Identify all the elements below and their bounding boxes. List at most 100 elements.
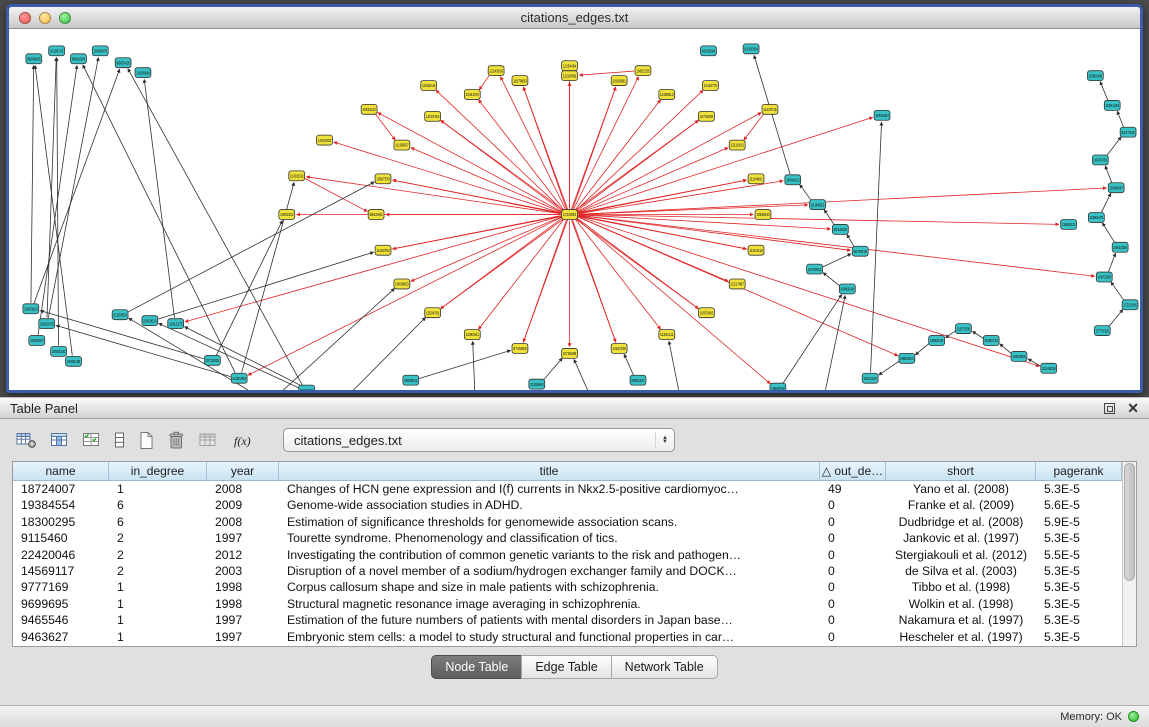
table-row[interactable]: 1872400712008Changes of HCN gene express… <box>13 481 1122 497</box>
graph-node[interactable]: 19412175 <box>168 319 184 329</box>
graph-node[interactable]: 17210345 <box>1122 300 1138 310</box>
graph-node[interactable]: 20079258 <box>299 385 315 393</box>
graph-node[interactable]: 15958475 <box>1088 213 1104 223</box>
table-selector-dropdown[interactable]: citations_edges.txt ▲▼ <box>283 428 675 452</box>
graph-node[interactable]: 11158567 <box>394 140 410 150</box>
graph-node[interactable]: 19648384 <box>874 110 890 120</box>
graph-node[interactable]: 11283752 <box>375 245 391 255</box>
graph-node[interactable]: 21245025 <box>1041 363 1057 373</box>
graph-node[interactable]: 12007415 <box>425 111 441 121</box>
graph-node[interactable]: 21359563 <box>529 379 545 389</box>
import-table-icon[interactable] <box>198 430 219 450</box>
table-row[interactable]: 946554611997Estimation of the future num… <box>13 612 1122 628</box>
table-row[interactable]: 911546021997Tourette syndrome. Phenomeno… <box>13 530 1122 546</box>
graph-node[interactable]: 8679919 <box>852 246 868 256</box>
graph-node[interactable]: 21250553 <box>112 310 128 320</box>
graph-node[interactable]: 16464213 <box>785 175 801 185</box>
graph-node[interactable]: 8182094 <box>700 46 716 56</box>
graph-node[interactable]: 12243918 <box>488 66 504 76</box>
tab-network-table[interactable]: Network Table <box>611 655 718 679</box>
graph-node[interactable]: 19896752 <box>770 383 786 393</box>
graph-node[interactable]: 10553310 <box>279 210 295 220</box>
graph-node[interactable]: 10090853 <box>394 279 410 289</box>
graph-node[interactable]: 19905105 <box>66 356 82 366</box>
column-header-out-de[interactable]: △ out_de… <box>820 462 886 481</box>
show-columns-icon[interactable] <box>50 430 69 450</box>
graph-node[interactable]: 10206998 <box>135 68 151 78</box>
graph-node[interactable]: 20591040 <box>51 346 67 356</box>
vertical-scrollbar[interactable] <box>1122 462 1136 646</box>
graph-node[interactable]: 9227342 <box>1120 127 1136 137</box>
table-row[interactable]: 2242004622012Investigating the contribut… <box>13 547 1122 563</box>
graph-node[interactable]: 20359613 <box>142 316 158 326</box>
graph-node[interactable]: 20581827 <box>630 375 646 385</box>
graph-node[interactable]: 19730912 <box>807 264 823 274</box>
create-table-icon[interactable] <box>138 430 155 450</box>
column-header-title[interactable]: title <box>279 462 820 481</box>
graph-node[interactable]: 20360733 <box>983 336 999 346</box>
graph-node[interactable]: 12116181 <box>729 140 745 150</box>
graph-node[interactable]: 10587579 <box>375 174 391 184</box>
graph-node[interactable]: 12224068 <box>562 71 578 81</box>
tab-edge-table[interactable]: Edge Table <box>521 655 611 679</box>
graph-node[interactable]: 21077505 <box>955 324 971 334</box>
graph-node[interactable]: 12504781 <box>425 308 441 318</box>
graph-node[interactable]: 21061093 <box>231 373 247 383</box>
rows-icon[interactable] <box>114 430 125 450</box>
delete-table-icon[interactable] <box>168 430 185 450</box>
table-row[interactable]: 977716911998Corpus callosum shape and si… <box>13 579 1122 595</box>
graph-node[interactable]: 9154946 <box>832 224 848 234</box>
graph-node[interactable]: 9606805 <box>26 54 42 64</box>
graph-node[interactable]: 15950489 <box>1087 71 1103 81</box>
graph-node[interactable]: 19089011 <box>403 375 419 385</box>
scrollbar-thumb[interactable] <box>1124 463 1135 581</box>
graph-node[interactable]: 16261345 <box>1104 100 1120 110</box>
graph-node[interactable]: 10851255 <box>635 66 651 76</box>
graph-node[interactable]: 21084697 <box>29 336 45 346</box>
graph-node[interactable]: 9745893 <box>512 343 528 353</box>
column-header-pagerank[interactable]: pagerank <box>1036 462 1122 481</box>
graph-node[interactable]: 20732625 <box>204 355 220 365</box>
graph-node[interactable]: 11459913 <box>659 90 675 100</box>
graph-node[interactable]: 9862891 <box>368 210 384 220</box>
network-canvas[interactable]: 1724094105886331125441912217987109734931… <box>9 29 1140 393</box>
graph-node[interactable]: 19490905 <box>1011 351 1027 361</box>
graph-node[interactable]: 11381532 <box>289 171 305 181</box>
tab-node-table[interactable]: Node Table <box>431 655 522 679</box>
graph-node[interactable]: 15958211 <box>1061 219 1077 229</box>
table-row[interactable]: 946362711997Embryonic stem cells: a mode… <box>13 629 1122 645</box>
graph-node[interactable]: 12010932 <box>317 135 333 145</box>
graph-node[interactable]: 19862935 <box>39 319 55 329</box>
graph-node[interactable]: 9136304 <box>743 44 759 54</box>
graph-node[interactable]: 16164613 <box>810 200 826 210</box>
graph-node[interactable]: 10588633 <box>755 210 771 220</box>
graph-node[interactable]: 12140778 <box>702 81 718 91</box>
graph-node[interactable]: 20863923 <box>899 353 915 363</box>
graph-node[interactable]: 9861009 <box>71 54 87 64</box>
graph-node[interactable]: 14872009 <box>1096 272 1112 282</box>
graph-node[interactable]: 10973493 <box>699 308 715 318</box>
column-header-year[interactable]: year <box>207 462 279 481</box>
close-panel-icon[interactable]: ✕ <box>1127 401 1139 415</box>
graph-node[interactable]: 10725889 <box>562 348 578 358</box>
graph-node[interactable]: 9605425 <box>115 58 131 68</box>
function-builder-icon[interactable]: f(x) <box>232 430 256 450</box>
graph-node[interactable]: 10196723 <box>49 46 65 56</box>
graph-node[interactable]: 17770325 <box>1094 326 1110 336</box>
column-header-in-degree[interactable]: in_degree <box>109 462 207 481</box>
graph-node[interactable]: 16476706 <box>1092 155 1108 165</box>
graph-node[interactable]: 11104801 <box>748 174 764 184</box>
graph-node[interactable]: 19962340 <box>929 336 945 346</box>
column-header-name[interactable]: name <box>13 462 109 481</box>
table-row[interactable]: 1830029562008Estimation of significance … <box>13 514 1122 530</box>
graph-node[interactable]: 10732808 <box>699 111 715 121</box>
graph-node[interactable]: 1724094 <box>562 210 578 220</box>
table-row[interactable]: 969969511998Structural magnetic resonanc… <box>13 596 1122 612</box>
graph-node[interactable]: 12217987 <box>729 279 745 289</box>
graph-node[interactable]: 11437015 <box>762 104 778 114</box>
table-row[interactable]: 1938455462009Genome-wide association stu… <box>13 497 1122 513</box>
column-settings-icon[interactable] <box>16 430 37 450</box>
graph-node[interactable]: 11090341 <box>464 330 480 340</box>
graph-node[interactable]: 10441570 <box>464 90 480 100</box>
graph-node[interactable]: 20869198 <box>839 284 855 294</box>
